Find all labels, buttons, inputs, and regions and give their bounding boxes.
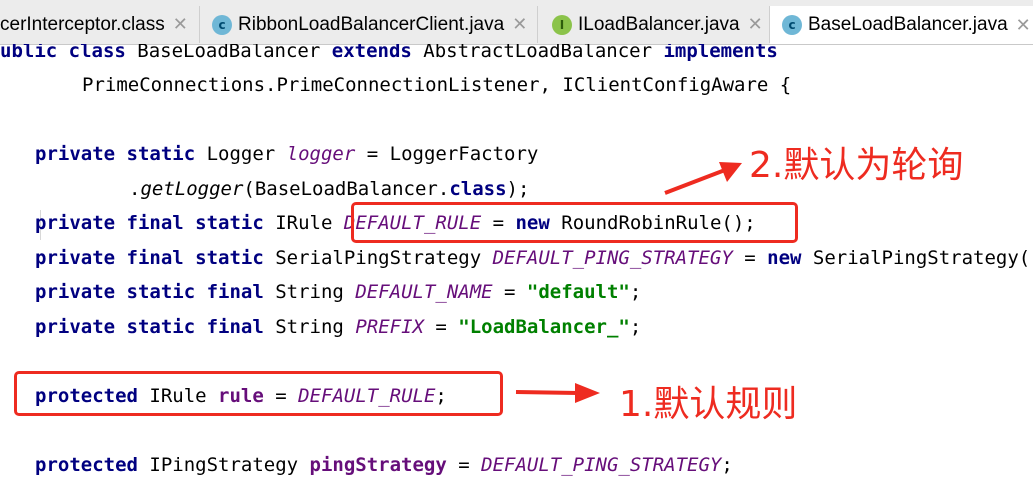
code-line-implements: PrimeConnections.PrimeConnectionListener…: [82, 74, 792, 96]
close-icon[interactable]: ✕: [173, 14, 188, 35]
code-line-default-ping-strategy: private final static SerialPingStrategy …: [35, 247, 1033, 269]
close-icon[interactable]: ✕: [512, 14, 527, 35]
java-interface-icon: I: [552, 14, 572, 35]
close-icon[interactable]: ✕: [748, 14, 763, 35]
tab-interceptor-class[interactable]: cerInterceptor.class ✕: [0, 6, 200, 43]
tab-label: BaseLoadBalancer.java: [808, 14, 1008, 35]
tab-label: RibbonLoadBalancerClient.java: [238, 13, 505, 35]
editor-tab-bar: cerInterceptor.class ✕ c RibbonLoadBalan…: [0, 0, 1033, 45]
tab-label: ILoadBalancer.java: [578, 13, 740, 35]
java-class-icon: c: [782, 15, 802, 35]
code-line-default-name: private static final String DEFAULT_NAME…: [35, 281, 642, 303]
code-line-logger: private static Logger logger = LoggerFac…: [35, 143, 539, 165]
code-line-prefix: private static final String PREFIX = "Lo…: [35, 316, 642, 338]
code-line-get-logger: .getLogger(BaseLoadBalancer.class);: [129, 178, 530, 200]
tab-ribbon-load-balancer-client[interactable]: c RibbonLoadBalancerClient.java ✕: [200, 6, 538, 43]
tab-label: cerInterceptor.class: [0, 13, 165, 35]
code-line-class-declaration: ublic class BaseLoadBalancer extends Abs…: [0, 44, 778, 62]
highlight-rule-field: [14, 371, 503, 416]
annotation-round-robin: 2.默认为轮询: [749, 145, 964, 186]
code-editor[interactable]: ublic class BaseLoadBalancer extends Abs…: [0, 44, 1033, 491]
java-class-icon: c: [212, 14, 232, 35]
highlight-default-rule: [351, 202, 798, 243]
close-icon[interactable]: ✕: [1016, 15, 1031, 36]
annotation-default-rule: 1.默认规则: [619, 384, 798, 425]
tab-iload-balancer[interactable]: I ILoadBalancer.java ✕: [538, 6, 770, 43]
tab-base-load-balancer[interactable]: c BaseLoadBalancer.java ✕: [770, 6, 1033, 44]
code-line-ping-strategy: protected IPingStrategy pingStrategy = D…: [35, 454, 733, 476]
